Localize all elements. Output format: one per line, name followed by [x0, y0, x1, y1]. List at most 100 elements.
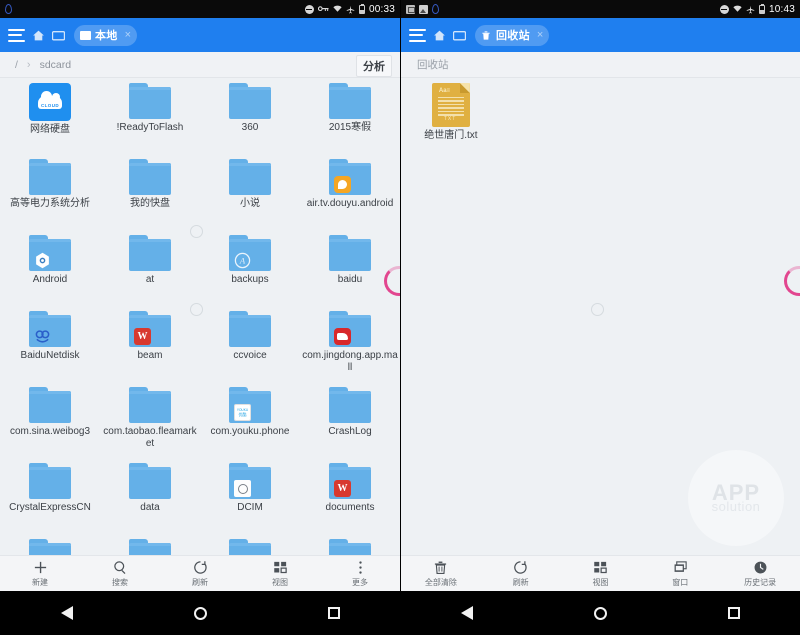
- plus-icon: [32, 560, 48, 576]
- folder-icon: [329, 539, 371, 555]
- right-status-systray: 10:43: [720, 4, 795, 15]
- recents-square-icon[interactable]: [728, 607, 740, 619]
- close-icon[interactable]: ×: [122, 30, 133, 41]
- local-storage-icon: [79, 30, 91, 41]
- file-grid-item[interactable]: Aa≡TXT绝世唐门.txt: [401, 78, 501, 154]
- file-grid-item[interactable]: [0, 534, 100, 555]
- back-triangle-icon[interactable]: [61, 606, 73, 620]
- file-grid-item[interactable]: ccvoice: [200, 306, 300, 382]
- battery-icon: [759, 5, 765, 14]
- history-clock-icon: [752, 560, 768, 576]
- toolbar-button-label: 刷新: [513, 577, 529, 588]
- dcim-badge-icon: [234, 480, 251, 497]
- file-grid-item[interactable]: beam: [100, 306, 200, 382]
- file-grid-item[interactable]: 2015寒假: [300, 78, 400, 154]
- hamburger-icon[interactable]: [409, 29, 426, 42]
- file-name-label: 2015寒假: [302, 122, 398, 134]
- windows-icon: [672, 560, 688, 576]
- android-badge-icon: [34, 252, 51, 269]
- tab-recycle-bin-label: 回收站: [496, 27, 530, 43]
- wifi-icon: [333, 5, 342, 14]
- breadcrumb-root[interactable]: /: [8, 59, 25, 71]
- hamburger-icon[interactable]: [8, 29, 25, 42]
- airplane-icon: [746, 5, 755, 14]
- file-grid-item[interactable]: com.youku.phone: [200, 382, 300, 458]
- home-circle-icon[interactable]: [194, 607, 207, 620]
- toolbar-button-windows[interactable]: 窗口: [640, 560, 720, 588]
- file-grid-item[interactable]: 高等电力系统分析: [0, 154, 100, 230]
- file-grid-item[interactable]: data: [100, 458, 200, 534]
- folder-icon: [329, 235, 371, 271]
- file-grid-item[interactable]: [100, 534, 200, 555]
- tab-local[interactable]: 本地 ×: [74, 25, 137, 46]
- toolbar-button-refresh[interactable]: 刷新: [481, 560, 561, 588]
- file-grid-item[interactable]: [200, 534, 300, 555]
- close-icon[interactable]: ×: [534, 30, 545, 41]
- right-android-navbar: [401, 591, 800, 635]
- file-name-label: 高等电力系统分析: [2, 198, 98, 210]
- toolbar-button-refresh[interactable]: 刷新: [160, 560, 240, 588]
- txt-file-icon: Aa≡TXT: [432, 83, 470, 127]
- recents-square-icon[interactable]: [328, 607, 340, 619]
- watermark-line2: solution: [712, 499, 761, 514]
- file-name-label: 360: [202, 122, 298, 134]
- right-status-notifications: [406, 4, 439, 14]
- file-name-label: BaiduNetdisk: [2, 350, 98, 362]
- file-grid-item[interactable]: BaiduNetdisk: [0, 306, 100, 382]
- window-icon[interactable]: [52, 29, 65, 42]
- folder-icon: [29, 235, 71, 271]
- file-name-label: com.sina.weibog3: [2, 426, 98, 438]
- toolbar-button-more-vertical[interactable]: 更多: [320, 560, 400, 588]
- file-grid-item[interactable]: 小说: [200, 154, 300, 230]
- toolbar-button-search[interactable]: 搜索: [80, 560, 160, 588]
- file-name-label: DCIM: [202, 502, 298, 514]
- file-name-label: com.youku.phone: [202, 426, 298, 438]
- tab-recycle-bin[interactable]: 回收站 ×: [475, 25, 549, 46]
- refresh-icon: [513, 560, 529, 576]
- folder-icon: [129, 311, 171, 347]
- file-grid-item[interactable]: [300, 534, 400, 555]
- file-grid-item[interactable]: air.tv.douyu.android: [300, 154, 400, 230]
- youku-badge-icon: [234, 404, 251, 421]
- file-grid-item[interactable]: 我的快盘: [100, 154, 200, 230]
- file-grid-item[interactable]: CrystalExpressCN: [0, 458, 100, 534]
- folder-icon: [129, 159, 171, 195]
- folder-icon: A: [229, 235, 271, 271]
- right-file-grid-area: Aa≡TXT绝世唐门.txt APP solution: [401, 78, 800, 555]
- file-grid-item[interactable]: !ReadyToFlash: [100, 78, 200, 154]
- home-circle-icon[interactable]: [594, 607, 607, 620]
- toolbar-button-history-clock[interactable]: 历史记录: [720, 560, 800, 588]
- toolbar-button-trash[interactable]: 全部清除: [401, 560, 481, 588]
- file-grid-item[interactable]: DCIM: [200, 458, 300, 534]
- back-triangle-icon[interactable]: [461, 606, 473, 620]
- file-grid-item[interactable]: baidu: [300, 230, 400, 306]
- wps-badge-icon: [334, 480, 351, 497]
- file-grid-item[interactable]: com.taobao.fleamarket: [100, 382, 200, 458]
- window-icon[interactable]: [453, 29, 466, 42]
- file-grid-item[interactable]: com.jingdong.app.mall: [300, 306, 400, 382]
- breadcrumb-current[interactable]: sdcard: [33, 59, 79, 71]
- home-icon[interactable]: [433, 29, 446, 42]
- file-grid-item[interactable]: documents: [300, 458, 400, 534]
- ghost-spinner-a: [591, 303, 604, 316]
- toolbar-button-label: 视图: [272, 577, 288, 588]
- file-grid-item[interactable]: Android: [0, 230, 100, 306]
- toolbar-button-grid-view[interactable]: 视图: [561, 560, 641, 588]
- folder-icon: [129, 463, 171, 499]
- search-icon: [112, 560, 128, 576]
- file-grid-item[interactable]: CLOUD网络硬盘: [0, 78, 100, 154]
- netdisk-badge-icon: [34, 328, 51, 345]
- file-grid-item[interactable]: 360: [200, 78, 300, 154]
- file-name-label: data: [102, 502, 198, 514]
- left-android-navbar: [0, 591, 400, 635]
- file-grid-item[interactable]: at: [100, 230, 200, 306]
- file-name-label: com.jingdong.app.mall: [302, 350, 398, 374]
- file-grid-item[interactable]: Abackups: [200, 230, 300, 306]
- home-icon[interactable]: [32, 29, 45, 42]
- toolbar-button-plus[interactable]: 新建: [0, 560, 80, 588]
- toolbar-button-grid-view[interactable]: 视图: [240, 560, 320, 588]
- file-grid-item[interactable]: com.sina.weibog3: [0, 382, 100, 458]
- file-grid-item[interactable]: CrashLog: [300, 382, 400, 458]
- left-clock: 00:33: [369, 4, 395, 15]
- analyze-button[interactable]: 分析: [356, 55, 392, 77]
